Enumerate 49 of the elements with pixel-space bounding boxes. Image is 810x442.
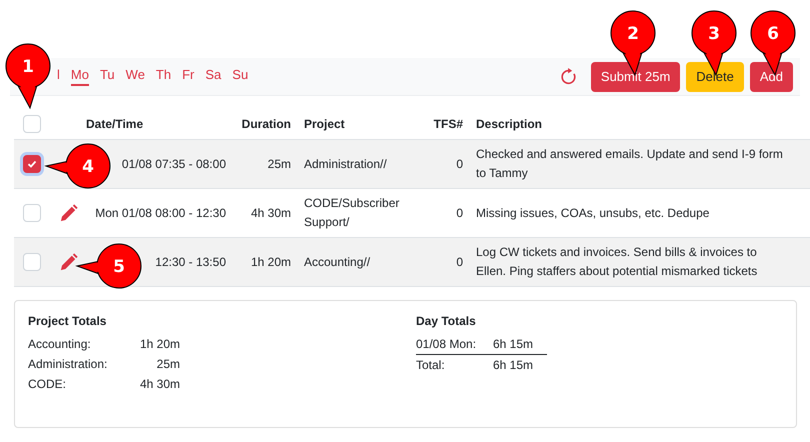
total-label: Administration: (28, 356, 108, 373)
total-value: 1h 20m (138, 336, 180, 353)
action-button[interactable]: Add (750, 62, 793, 92)
table-cell-text: Accounting// (303, 254, 372, 270)
section-title: Day Totals (416, 314, 477, 328)
row-checkbox[interactable] (23, 155, 41, 173)
column-header: TFS# (432, 117, 463, 131)
column-header: Duration (240, 117, 291, 131)
total-label: 01/08 Mon: (416, 336, 478, 353)
column-header: Description (475, 117, 544, 131)
table-cell-text: 4h 30m (250, 204, 291, 222)
table-cell-text: 0 (455, 254, 463, 270)
table-cell: 12:30 - 13:50 (155, 254, 226, 268)
total-value: 4h 30m (138, 376, 180, 393)
column-header: Project (303, 117, 346, 131)
delete-button[interactable]: Delete (686, 62, 744, 92)
total-label: CODE: (28, 376, 68, 393)
table-cell: Mon 01/08 08:00 - 12:30 (95, 206, 226, 220)
day-filter-tab[interactable]: Su (232, 67, 248, 86)
day-filter-tab[interactable]: l (57, 67, 60, 86)
action-button[interactable]: Submit 25m (590, 62, 680, 92)
section-title: Project Totals (28, 314, 108, 328)
table-cell-text: 25m (266, 156, 291, 172)
total-label: Accounting: (28, 336, 92, 353)
total-value: 6h 15m (493, 336, 534, 353)
day-filter-tab[interactable]: Th (156, 67, 172, 86)
table-cell-text: 0 (455, 156, 463, 172)
day-filter-tab[interactable]: Mo (70, 67, 89, 86)
table-cell-text: 1h 20m (250, 254, 291, 270)
column-header: Date/Time (86, 117, 144, 131)
day-filter-tab[interactable]: We (126, 67, 145, 86)
table-cell: 01/08 07:35 - 08:00 (122, 156, 226, 170)
table-cell-text: Missing issues, COAs, unsubs, etc. Dedupe (475, 204, 710, 222)
table-cell-text: Administration// (303, 156, 388, 172)
pencil-icon[interactable] (58, 204, 78, 222)
day-filter-tab[interactable]: Fr (182, 67, 194, 86)
table-cell-text: Log CW tickets and invoices. Send bills & invoices to Ellen. Ping staffers about potential mismarked tickets (475, 244, 758, 280)
total-label: Total: (416, 357, 446, 374)
select-all-checkbox[interactable] (23, 115, 41, 133)
total-value: 6h 15m (493, 357, 534, 374)
day-filter-tab[interactable]: Tu (100, 67, 115, 86)
table-cell-text: 0 (455, 204, 463, 222)
checkmark-icon (27, 159, 37, 169)
total-value: 25m (156, 356, 180, 373)
table-cell-text: CODE/Subscriber Support/ (303, 195, 400, 231)
table-cell-text: Checked and answered emails. Update and send I-9 form to Tammy (475, 146, 783, 182)
day-filter-tab[interactable]: Sa (205, 67, 222, 86)
pencil-icon[interactable] (58, 252, 78, 272)
refresh-icon[interactable] (560, 68, 578, 86)
